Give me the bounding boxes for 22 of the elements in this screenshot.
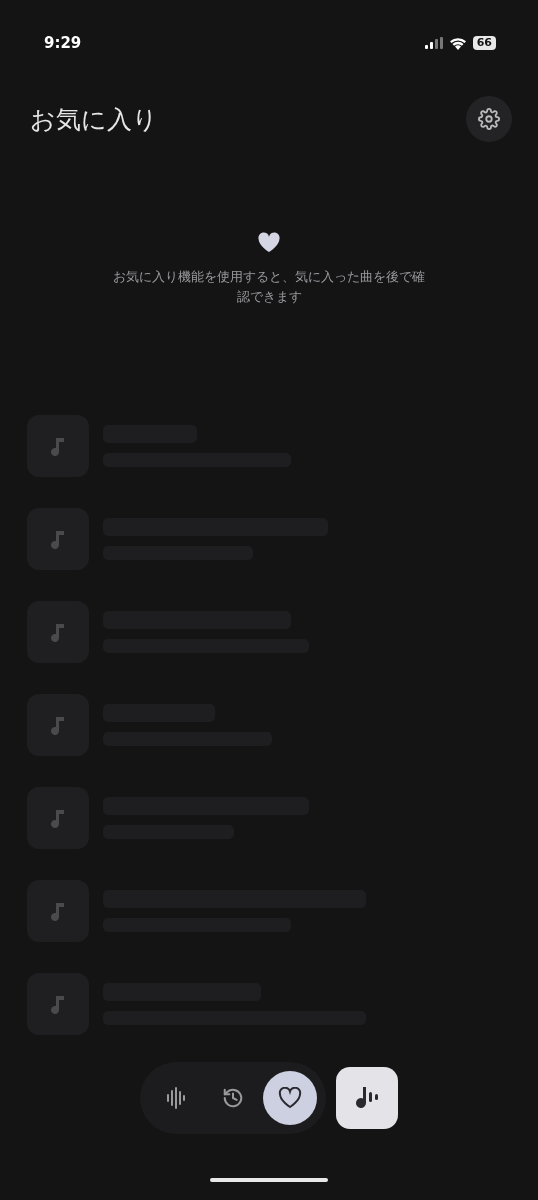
music-note-icon <box>51 715 65 735</box>
signal-icon <box>424 37 443 49</box>
wifi-icon <box>448 36 467 50</box>
empty-message: お気に入り機能を使用すると、気に入った曲を後で確認できます <box>112 268 426 306</box>
nav-tab[interactable] <box>262 1071 317 1125</box>
music-note-icon <box>51 622 65 642</box>
music-note-icon <box>51 901 65 921</box>
page-title: お気に入り <box>30 103 158 136</box>
heart-icon <box>277 1087 302 1109</box>
recognize-button[interactable] <box>336 1067 398 1129</box>
battery-level: 66 <box>472 36 496 50</box>
history-icon <box>222 1087 244 1109</box>
music-note-icon <box>51 529 65 549</box>
music-note-icon <box>51 994 65 1014</box>
heart-icon <box>257 232 281 253</box>
music-note-icon <box>51 808 65 828</box>
music-note-icon <box>354 1086 380 1110</box>
waveform-icon <box>166 1087 187 1109</box>
music-note-icon <box>51 436 65 456</box>
settings-icon <box>478 108 500 130</box>
status-time: 9:29 <box>44 34 82 52</box>
settings-button[interactable] <box>466 96 512 142</box>
